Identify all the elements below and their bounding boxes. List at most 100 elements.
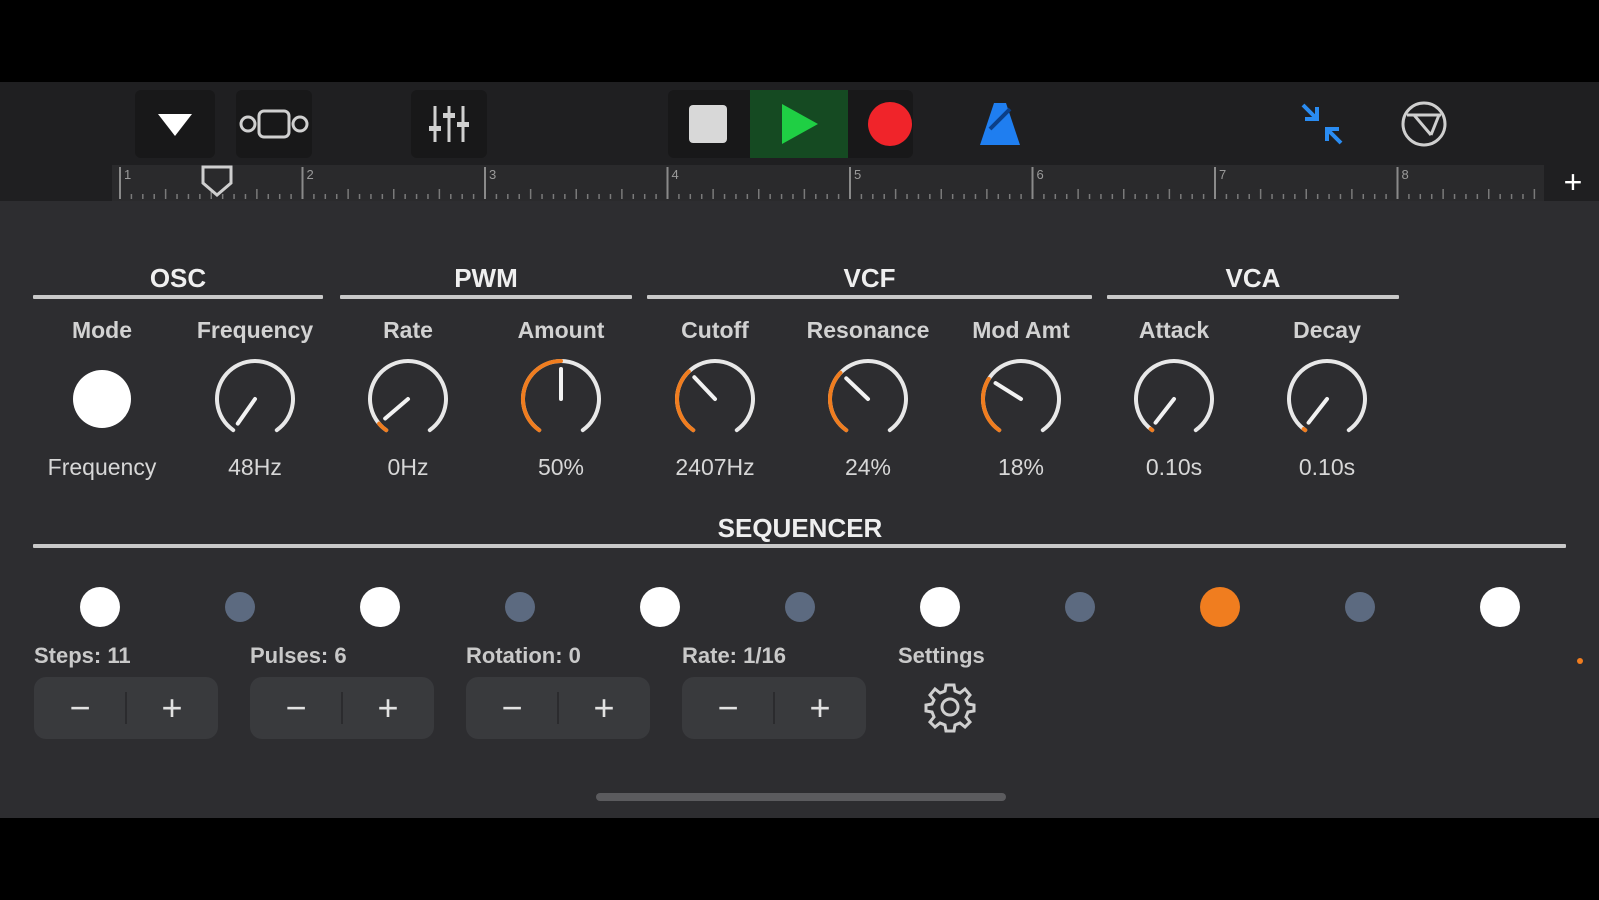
knob-value-arc: [377, 421, 389, 433]
playhead-marker[interactable]: [200, 165, 234, 201]
param-label-attack: Attack: [1138, 317, 1210, 343]
pulses-increment-button[interactable]: +: [342, 677, 434, 739]
metronome-icon: [980, 103, 1020, 145]
sequencer-step[interactable]: [80, 587, 120, 627]
mixer-button[interactable]: [411, 90, 487, 158]
play-icon: [782, 104, 818, 144]
knob-pointer: [1306, 397, 1329, 425]
sequencer-step[interactable]: [920, 587, 960, 627]
mod-amt-knob[interactable]: [978, 356, 1064, 442]
section-line-sequencer: [33, 544, 1566, 548]
section-title-vca: VCA: [1225, 263, 1281, 293]
knob-pointer: [1153, 397, 1176, 425]
param-value-frequency: 48Hz: [228, 454, 282, 480]
sequencer-step[interactable]: [360, 587, 400, 627]
rate-knob[interactable]: [365, 356, 451, 442]
knob-value-arc: [675, 369, 696, 433]
sequencer-step[interactable]: [505, 592, 535, 622]
resonance-knob[interactable]: [825, 356, 911, 442]
play-button[interactable]: [750, 90, 848, 158]
knob-value-arc: [828, 370, 849, 433]
record-button[interactable]: [850, 90, 930, 158]
ruler-bar-number: 4: [672, 167, 679, 182]
param-label-cutoff: Cutoff: [681, 317, 749, 343]
settings-label: Settings: [898, 643, 985, 668]
loop-button[interactable]: [236, 90, 312, 158]
knob-track: [368, 359, 448, 433]
knob-pointer: [844, 376, 870, 401]
metronome-button[interactable]: [960, 90, 1040, 158]
mode-toggle[interactable]: [73, 370, 131, 428]
stop-button[interactable]: [668, 90, 748, 158]
param-label-resonance: Resonance: [806, 317, 930, 343]
ruler-strip: 1 2 3 4 5 6 7 8: [112, 165, 1570, 201]
section-title-sequencer: SEQUENCER: [717, 513, 883, 543]
collapse-arrows-icon: [1301, 103, 1343, 145]
tempo-button[interactable]: [1386, 90, 1462, 158]
synth-panel: OSC PWM VCF VCA Mode Frequency Frequency…: [0, 201, 1599, 818]
rotation-stepper: − +: [466, 677, 650, 739]
steps-decrement-button[interactable]: −: [34, 677, 126, 739]
section-title-vcf: VCF: [843, 263, 896, 293]
section-title-osc: OSC: [149, 263, 207, 293]
knob-pointer: [383, 397, 410, 421]
ruler-bar-number: 8: [1402, 167, 1409, 182]
knob-pointer: [235, 397, 257, 426]
sequencer-step[interactable]: [640, 587, 680, 627]
sequencer-step[interactable]: [1345, 592, 1375, 622]
home-indicator: [596, 793, 1006, 801]
param-label-frequency: Frequency: [196, 317, 314, 343]
section-line-vca: [1107, 295, 1399, 299]
stop-icon: [689, 105, 727, 143]
sequencer-step[interactable]: [1065, 592, 1095, 622]
add-track-button[interactable]: +: [1555, 165, 1591, 201]
knob-track: [1287, 359, 1367, 433]
seq-rate-label: Rate: 1/16: [682, 643, 786, 668]
param-label-decay: Decay: [1293, 317, 1361, 343]
param-value-resonance: 24%: [844, 454, 892, 480]
knob-value-arc: [521, 359, 563, 433]
pulses-label: Pulses: 6: [250, 643, 347, 668]
cutoff-knob[interactable]: [672, 356, 758, 442]
bottom-black-bar: [0, 818, 1599, 900]
record-icon: [868, 102, 912, 146]
sequencer-step[interactable]: [225, 592, 255, 622]
knob-value-arc: [981, 376, 1002, 433]
collapse-button[interactable]: [1286, 90, 1358, 158]
ruler-bar-number: 6: [1037, 167, 1044, 182]
seq-rate-increment-button[interactable]: +: [774, 677, 866, 739]
amount-knob[interactable]: [518, 356, 604, 442]
seq-rate-decrement-button[interactable]: −: [682, 677, 774, 739]
steps-stepper: − +: [34, 677, 218, 739]
ruler-bar-number: 2: [307, 167, 314, 182]
sequencer-step[interactable]: [785, 592, 815, 622]
sliders-icon: [429, 106, 469, 142]
param-value-decay: 0.10s: [1298, 454, 1356, 480]
knob-value-arc: [1148, 426, 1155, 433]
ruler-ticks: 1 2 3 4 5 6 7 8: [119, 167, 1570, 199]
triangle-down-icon: [158, 114, 192, 136]
decay-knob[interactable]: [1284, 356, 1370, 442]
frequency-knob[interactable]: [212, 356, 298, 442]
gear-icon[interactable]: [924, 681, 976, 733]
knob-track: [981, 359, 1061, 433]
knob-value-arc: [1301, 426, 1308, 433]
sequencer-step[interactable]: [1480, 587, 1520, 627]
rotation-increment-button[interactable]: +: [558, 677, 650, 739]
rotation-decrement-button[interactable]: −: [466, 677, 558, 739]
attack-knob[interactable]: [1131, 356, 1217, 442]
pulses-decrement-button[interactable]: −: [250, 677, 342, 739]
timeline-ruler[interactable]: 1 2 3 4 5 6 7 8 +: [0, 165, 1599, 201]
param-label-mode: Mode: [71, 317, 133, 343]
steps-increment-button[interactable]: +: [126, 677, 218, 739]
dropdown-button[interactable]: [135, 90, 215, 158]
ruler-bar-number: 1: [124, 167, 131, 182]
ruler-bar-number: 3: [489, 167, 496, 182]
param-value-attack: 0.10s: [1145, 454, 1203, 480]
param-value-rate: 0Hz: [387, 454, 429, 480]
ruler-bar-number: 5: [854, 167, 861, 182]
param-value-mode: Frequency: [47, 454, 157, 480]
sequencer-step[interactable]: [1200, 587, 1240, 627]
knob-track: [1134, 359, 1214, 433]
ruler-bar-number: 7: [1219, 167, 1226, 182]
